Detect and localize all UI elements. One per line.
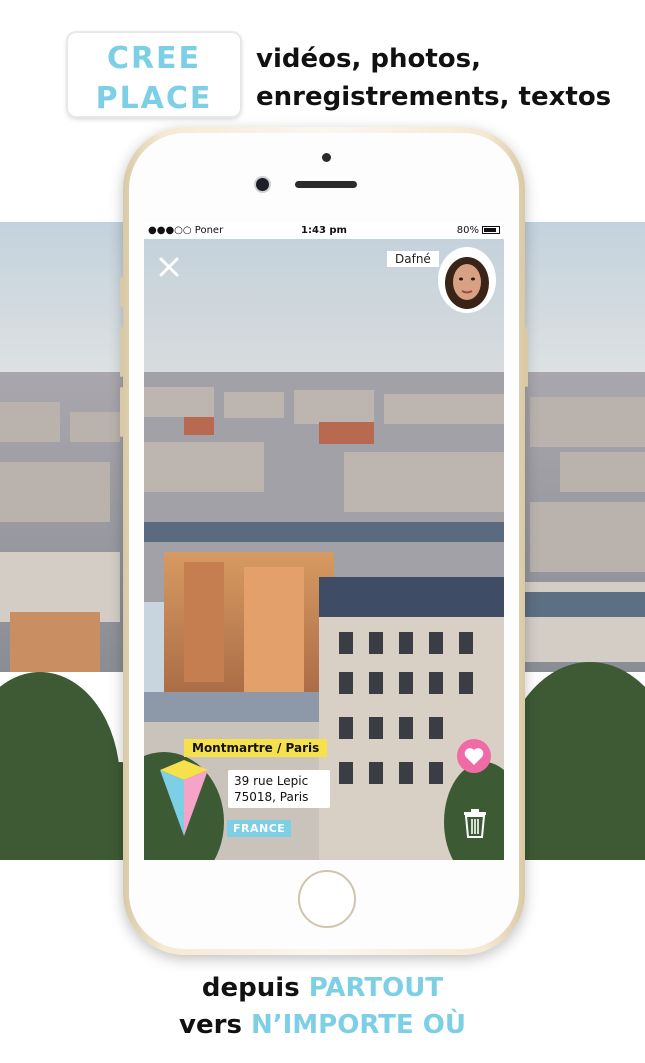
home-button[interactable] xyxy=(298,870,356,928)
phone-volume-down xyxy=(120,387,123,437)
brand-line-2: PLACE xyxy=(95,81,213,116)
brand-logo-box: CREE PLACE xyxy=(68,33,240,116)
footer-line-2: vers N’IMPORTE OÙ xyxy=(0,1007,645,1044)
tagline: vidéos, photos, enregistrements, textos xyxy=(256,40,611,116)
footer-line-2-accent: N’IMPORTE OÙ xyxy=(250,1010,466,1040)
address-card: 39 rue Lepic 75018, Paris xyxy=(228,770,330,808)
phone-power-button xyxy=(525,327,528,387)
address-street: 39 rue Lepic xyxy=(234,774,309,788)
phone-sensor xyxy=(322,153,331,162)
trash-icon[interactable] xyxy=(462,808,488,838)
tagline-line-1: vidéos, photos, xyxy=(256,44,481,74)
brand-line-1: CREE xyxy=(106,41,202,76)
phone-speaker xyxy=(295,181,357,188)
phone-screen: ●●●○○ Poner 1:43 pm 80% Dafné Montmartre… xyxy=(144,222,504,860)
battery-icon xyxy=(482,226,500,234)
phone-volume-up xyxy=(120,327,123,377)
heart-icon[interactable] xyxy=(457,739,491,773)
status-time: 1:43 pm xyxy=(301,225,347,236)
footer-line-1: depuis PARTOUT xyxy=(0,970,645,1007)
author-avatar[interactable] xyxy=(440,249,494,311)
place-pin-icon xyxy=(158,758,210,838)
footer-line-2-prefix: vers xyxy=(179,1010,251,1040)
location-tag[interactable]: Montmartre / Paris xyxy=(184,739,328,757)
close-icon[interactable] xyxy=(158,256,180,278)
footer-line-1-prefix: depuis xyxy=(201,973,309,1003)
status-bar: ●●●○○ Poner 1:43 pm 80% xyxy=(144,222,504,239)
battery-status: 80% xyxy=(457,222,500,239)
front-camera xyxy=(256,178,269,191)
phone-mute-switch xyxy=(120,277,123,307)
author-name: Dafné xyxy=(387,251,439,267)
country-badge: FRANCE xyxy=(227,820,292,837)
tagline-line-2: enregistrements, textos xyxy=(256,82,612,112)
battery-percent: 80% xyxy=(456,225,479,236)
footer-slogan: depuis PARTOUT vers N’IMPORTE OÙ xyxy=(0,970,645,1044)
address-city: 75018, Paris xyxy=(234,790,309,804)
footer-line-1-accent: PARTOUT xyxy=(308,973,444,1003)
